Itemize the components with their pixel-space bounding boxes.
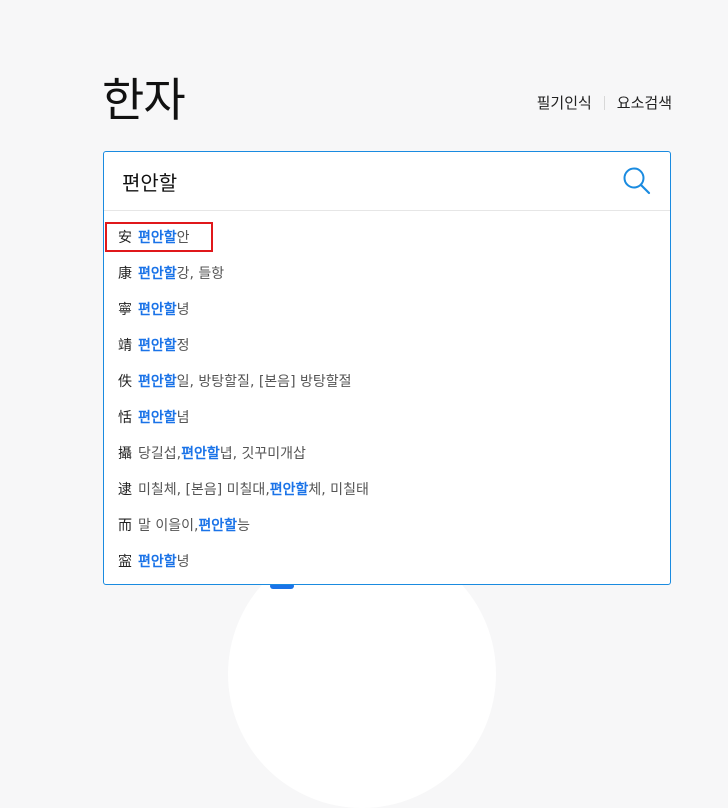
suggestion-item[interactable]: 攝 당길섭, 편안할 녑, 깃꾸미개삽	[104, 435, 670, 471]
suggestion-post: 녑, 깃꾸미개삽	[219, 446, 306, 462]
search-row	[104, 152, 670, 211]
suggestion-item[interactable]: 佚 편안할 일, 방탕할질, [본음] 방탕할절	[104, 363, 670, 399]
search-box: 安 편안할안 康 편안할강, 들항 寧 편안할녕 靖 편안할정 佚 편안할일, …	[103, 151, 671, 585]
suggestion-item[interactable]: 而 말 이을이, 편안할 능	[104, 507, 670, 543]
suggestion-item[interactable]: 逮 미칠체, [본음] 미칠대, 편안할 체, 미칠태	[104, 471, 670, 507]
header-links: 필기인식 요소검색	[525, 92, 672, 113]
suggestion-post: 념	[176, 410, 190, 426]
suggestion-post: 녕	[176, 302, 190, 318]
search-input[interactable]	[120, 168, 604, 194]
suggestion-item[interactable]: 康 편안할 강, 들항	[104, 255, 670, 291]
handwriting-recognition-link[interactable]: 필기인식	[525, 92, 604, 113]
suggestion-match: 편안할	[138, 338, 177, 354]
suggestion-hanja: 寧	[118, 302, 132, 318]
suggestion-hanja: 安	[118, 230, 132, 246]
suggestion-item[interactable]: 靖 편안할 정	[104, 327, 670, 363]
suggestion-post: 정	[176, 338, 190, 354]
suggestion-post: 체, 미칠태	[308, 482, 369, 498]
suggestion-post: 녕	[176, 554, 190, 570]
suggestion-post: 일, 방탕할질, [본음] 방탕할절	[176, 374, 352, 390]
suggestion-item[interactable]: 安 편안할 안	[104, 219, 670, 255]
suggestion-hanja: 而	[118, 518, 132, 534]
suggestion-match: 편안할	[138, 554, 177, 570]
suggestion-match: 편안할	[138, 230, 177, 246]
suggestion-hanja: 恬	[118, 410, 132, 426]
suggestion-post: 능	[237, 518, 250, 534]
suggestion-hanja: 逮	[118, 482, 132, 498]
page-title: 한자	[102, 73, 186, 127]
suggestion-pre: 말 이을이,	[138, 518, 199, 534]
suggestion-pre: 당길섭,	[138, 446, 182, 462]
suggestion-item[interactable]: 恬 편안할 념	[104, 399, 670, 435]
suggestion-match: 편안할	[198, 518, 238, 534]
suggestion-match: 편안할	[181, 446, 220, 462]
suggestion-match: 편안할	[138, 302, 177, 318]
suggestion-post: 안	[176, 230, 190, 246]
search-button[interactable]	[622, 166, 652, 196]
suggestion-match: 편안할	[138, 374, 177, 390]
suggestion-item[interactable]: 寍 편안할 녕	[104, 543, 670, 579]
suggestion-hanja: 寍	[118, 554, 132, 570]
radical-search-link[interactable]: 요소검색	[605, 92, 672, 113]
suggestion-match: 편안할	[138, 266, 177, 282]
suggestion-pre: 미칠체, [본음] 미칠대,	[138, 482, 270, 498]
suggestion-hanja: 靖	[118, 338, 132, 354]
suggestion-match: 편안할	[269, 482, 309, 498]
suggestion-match: 편안할	[138, 410, 177, 426]
suggestion-post: 강, 들항	[176, 266, 225, 282]
suggestion-hanja: 康	[118, 266, 132, 282]
suggestion-list: 安 편안할 안 康 편안할 강, 들항 寧 편안할 녕 靖 편안할 정 佚 편안할 일, …	[104, 211, 670, 579]
search-icon	[623, 167, 651, 195]
suggestion-hanja: 佚	[118, 374, 132, 390]
suggestion-hanja: 攝	[118, 446, 132, 462]
suggestion-item[interactable]: 寧 편안할 녕	[104, 291, 670, 327]
